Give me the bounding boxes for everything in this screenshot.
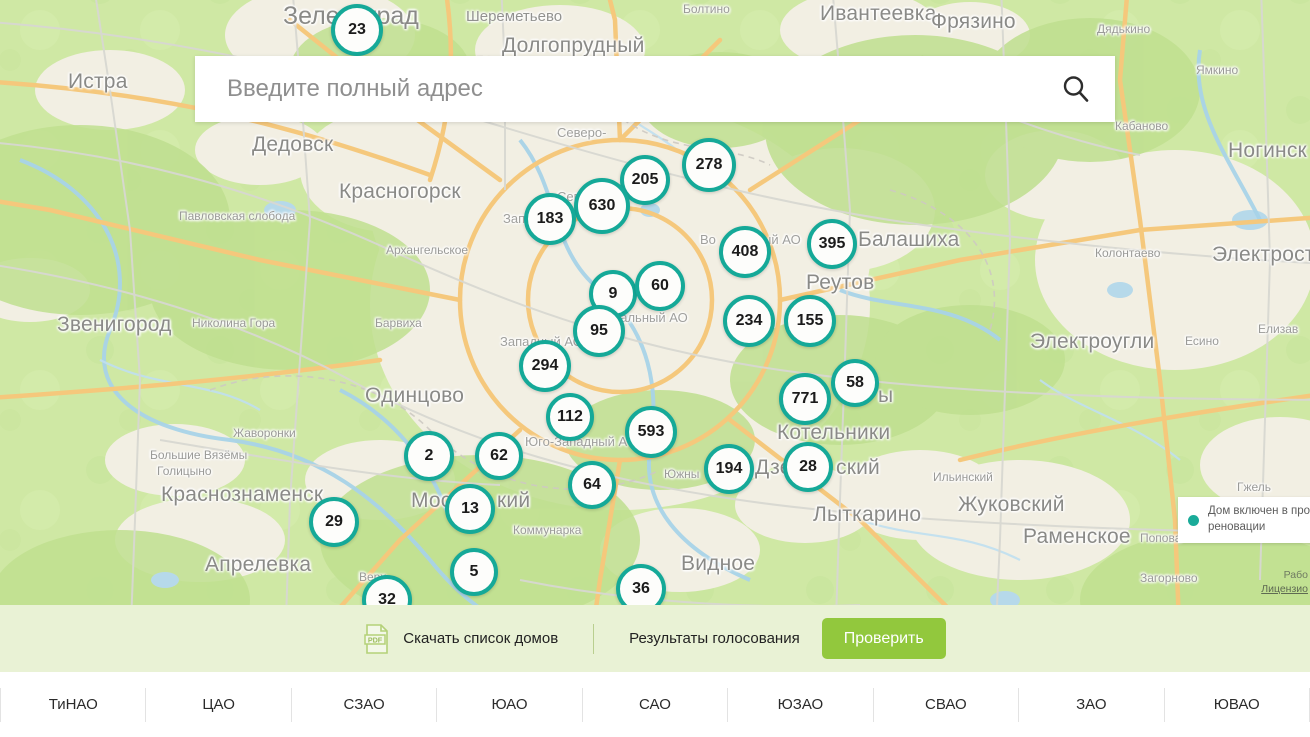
voting-results-link[interactable]: Результаты голосования (629, 630, 800, 647)
map-cluster-count: 9 (608, 285, 618, 302)
map-cluster-marker[interactable]: 29 (309, 497, 359, 547)
map-attribution: Рабо Лицензио (1261, 568, 1310, 597)
map-cluster-marker[interactable]: 155 (784, 295, 836, 347)
map-cluster-count: 2 (424, 447, 434, 464)
map-cluster-count: 95 (590, 322, 608, 339)
toolbar-divider (593, 623, 595, 654)
map-cluster-count: 194 (715, 460, 743, 477)
district-tab-цао[interactable]: ЦАО (145, 687, 290, 722)
map-cluster-marker[interactable]: 2 (404, 431, 454, 481)
map-cluster-marker[interactable]: 183 (524, 193, 576, 245)
map-cluster-marker[interactable]: 395 (807, 219, 857, 269)
svg-text:PDF: PDF (368, 635, 383, 644)
map-cluster-count: 60 (651, 277, 669, 294)
action-toolbar-inner: PDF Скачать список домов Результаты голо… (364, 618, 946, 659)
map-cluster-count: 234 (735, 312, 763, 329)
map-cluster-count: 408 (731, 243, 759, 260)
map-cluster-marker[interactable]: 278 (682, 138, 736, 192)
district-tab-ювао[interactable]: ЮВАО (1163, 687, 1310, 722)
map-cluster-count: 5 (469, 563, 479, 580)
map-cluster-count: 64 (583, 476, 601, 493)
map-cluster-count: 23 (348, 21, 366, 38)
renovation-map-page: ЗеленоградШереметьевоБолтиноИвантеевкаФр… (0, 0, 1310, 737)
map-cluster-count: 395 (818, 235, 846, 252)
map-cluster-marker[interactable]: 95 (573, 305, 625, 357)
search-input[interactable] (195, 75, 1037, 103)
map-cluster-marker[interactable]: 58 (831, 359, 879, 407)
map-cluster-count: 28 (799, 458, 817, 475)
attribution-line-1: Рабо (1283, 568, 1308, 581)
search-icon (1063, 76, 1089, 102)
map-cluster-count: 32 (378, 591, 396, 605)
map-cluster-count: 155 (796, 312, 824, 329)
map-cluster-count: 771 (791, 390, 819, 407)
district-tab-зао[interactable]: ЗАО (1018, 687, 1163, 722)
district-tabs[interactable]: ТиНАО ЦАО СЗАО ЮАО САО ЮЗАО СВАО ЗАО ЮВАО (0, 672, 1310, 737)
map-cluster-count: 593 (637, 423, 665, 440)
district-tab-сао[interactable]: САО (581, 687, 727, 722)
map-cluster-count: 183 (536, 210, 564, 227)
map-cluster-count: 294 (531, 357, 559, 374)
map-cluster-count: 58 (846, 374, 864, 391)
map-cluster-count: 29 (325, 513, 343, 530)
map-cluster-marker[interactable]: 28 (783, 442, 833, 492)
district-tab-юзао[interactable]: ЮЗАО (727, 687, 872, 722)
map-cluster-marker[interactable]: 408 (719, 226, 771, 278)
map-cluster-marker[interactable]: 771 (779, 373, 831, 425)
map-legend: Дом включен в про реновации (1178, 497, 1310, 543)
map-cluster-marker[interactable]: 60 (635, 261, 685, 311)
pdf-file-icon: PDF (364, 623, 389, 654)
action-toolbar: PDF Скачать список домов Результаты голо… (0, 605, 1310, 672)
map-cluster-marker[interactable]: 64 (568, 461, 616, 509)
attribution-line-2[interactable]: Лицензио (1261, 582, 1308, 597)
search-button[interactable] (1037, 56, 1115, 122)
map-cluster-marker[interactable]: 5 (450, 548, 498, 596)
map-cluster-marker[interactable]: 294 (519, 340, 571, 392)
check-button[interactable]: Проверить (821, 618, 946, 659)
map-cluster-count: 36 (632, 580, 650, 597)
map-cluster-count: 205 (631, 171, 659, 188)
district-tab-свао[interactable]: СВАО (872, 687, 1018, 722)
map-cluster-count: 278 (695, 156, 723, 173)
map-cluster-marker[interactable]: 112 (546, 393, 594, 441)
download-house-list-button[interactable]: PDF Скачать список домов (364, 623, 559, 654)
map-cluster-marker[interactable]: 593 (625, 406, 677, 458)
download-house-list-label: Скачать список домов (403, 630, 559, 647)
map-cluster-marker[interactable]: 23 (331, 4, 383, 56)
map-cluster-count: 112 (557, 408, 583, 425)
map-cluster-marker[interactable]: 630 (574, 178, 630, 234)
map-cluster-count: 13 (461, 500, 479, 517)
district-tab-юао[interactable]: ЮАО (436, 687, 581, 722)
district-tab-тинао[interactable]: ТиНАО (0, 687, 145, 722)
district-tab-сзао[interactable]: СЗАО (290, 687, 436, 722)
address-search-bar[interactable] (195, 56, 1115, 122)
map-cluster-marker[interactable]: 13 (445, 484, 495, 534)
map-cluster-count: 630 (588, 197, 616, 214)
map-cluster-count: 62 (490, 447, 508, 464)
legend-dot-icon (1188, 514, 1199, 526)
legend-label: Дом включен в про реновации (1208, 505, 1310, 533)
map-cluster-marker[interactable]: 62 (475, 432, 523, 480)
map-cluster-marker[interactable]: 194 (704, 444, 754, 494)
map-cluster-marker[interactable]: 234 (723, 295, 775, 347)
